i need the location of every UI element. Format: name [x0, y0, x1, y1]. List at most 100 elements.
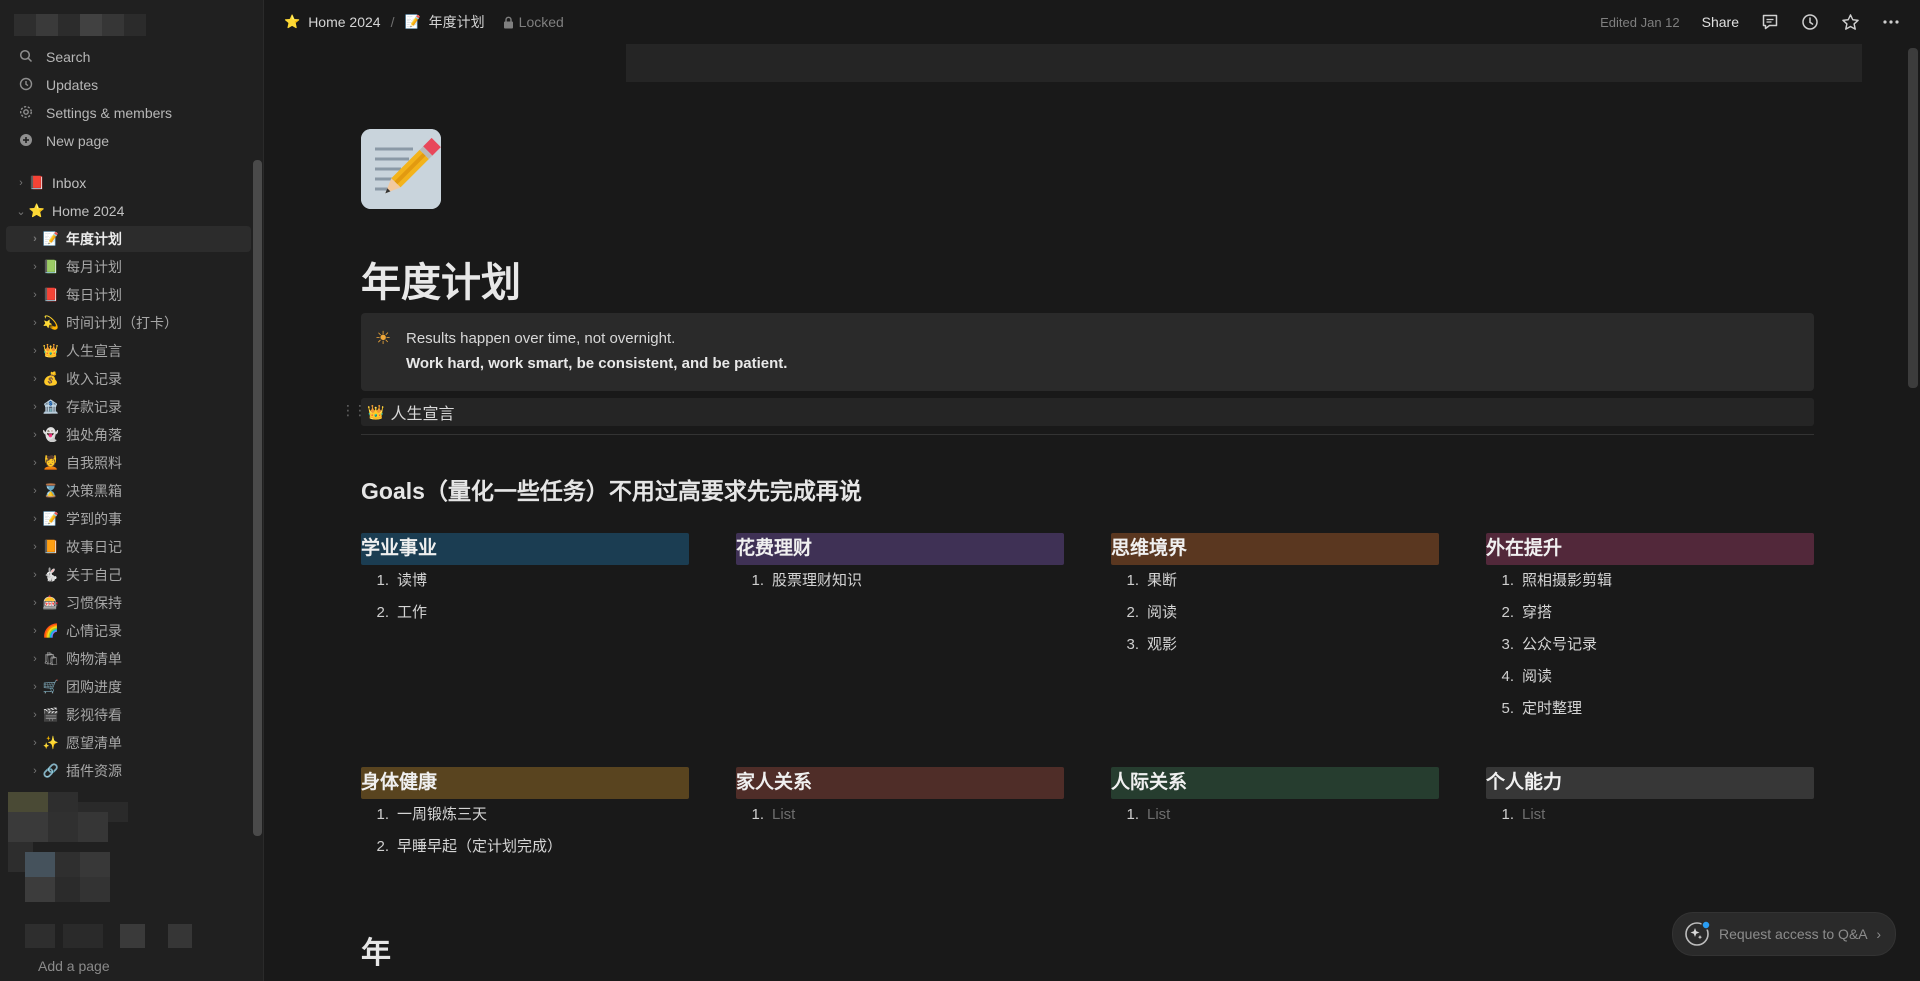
- goal-list-item[interactable]: 1. 一周锻炼三天: [361, 799, 689, 831]
- goal-list-item[interactable]: 1. List: [736, 799, 1064, 831]
- chevron-right-icon[interactable]: ›: [28, 513, 42, 525]
- updates-button[interactable]: [1801, 13, 1819, 31]
- breadcrumb-home[interactable]: Home 2024: [308, 14, 380, 30]
- chevron-right-icon[interactable]: ›: [14, 177, 28, 189]
- goal-list: 1. 读博 2. 工作: [361, 565, 689, 629]
- sidebar-page-item[interactable]: › 📗 每月计划: [6, 254, 251, 280]
- chevron-right-icon[interactable]: ›: [28, 457, 42, 469]
- sidebar-settings-members[interactable]: Settings & members: [10, 100, 251, 126]
- breadcrumb-separator: /: [390, 14, 395, 30]
- chevron-right-icon[interactable]: ›: [28, 597, 42, 609]
- sidebar-scrollbar[interactable]: [253, 160, 262, 836]
- chevron-right-icon[interactable]: ›: [28, 737, 42, 749]
- goal-group-title[interactable]: 人际关系: [1111, 767, 1439, 799]
- page-title[interactable]: 年度计划: [361, 250, 521, 308]
- goals-heading[interactable]: Goals（量化一些任务）不用过高要求先完成再说: [361, 472, 862, 506]
- goal-list-item[interactable]: 1. List: [1111, 799, 1439, 831]
- goal-list-item[interactable]: 2. 穿搭: [1486, 597, 1814, 629]
- goal-list-item[interactable]: 1. List: [1486, 799, 1814, 831]
- goal-list: 1. List: [736, 799, 1064, 831]
- chevron-right-icon[interactable]: ›: [28, 653, 42, 665]
- goal-list-item[interactable]: 3. 公众号记录: [1486, 629, 1814, 661]
- page-link-life-declaration[interactable]: ⋮⋮ 👑 人生宣言: [341, 398, 1814, 426]
- sidebar-page-label: 习惯保持: [66, 595, 122, 611]
- sidebar-new-page[interactable]: New page: [10, 128, 251, 154]
- chevron-right-icon[interactable]: ›: [28, 373, 42, 385]
- chevron-right-icon[interactable]: ›: [28, 485, 42, 497]
- goal-group-title[interactable]: 身体健康: [361, 767, 689, 799]
- goal-group-title[interactable]: 学业事业: [361, 533, 689, 565]
- chevron-right-icon[interactable]: ›: [28, 625, 42, 637]
- goal-list-item[interactable]: 1. 股票理财知识: [736, 565, 1064, 597]
- goal-list-item[interactable]: 1. 果断: [1111, 565, 1439, 597]
- more-button[interactable]: [1882, 13, 1900, 31]
- workspace-switcher[interactable]: [14, 14, 146, 36]
- goal-list-item[interactable]: 1. 读博: [361, 565, 689, 597]
- sidebar-page-item[interactable]: › 📙 故事日记: [6, 534, 251, 560]
- sidebar-page-item[interactable]: › 💫 时间计划（打卡）: [6, 310, 251, 336]
- chevron-down-icon[interactable]: ⌄: [14, 205, 28, 218]
- goal-group-title[interactable]: 思维境界: [1111, 533, 1439, 565]
- sidebar-page-item[interactable]: › 🌈 心情记录: [6, 618, 251, 644]
- sidebar-page-item[interactable]: › 👑 人生宣言: [6, 338, 251, 364]
- breadcrumb-current-page[interactable]: 年度计划: [429, 12, 485, 32]
- chevron-right-icon[interactable]: ›: [28, 569, 42, 581]
- chevron-right-icon[interactable]: ›: [28, 541, 42, 553]
- sidebar-page-item[interactable]: › 🛒 团购进度: [6, 674, 251, 700]
- embedded-block-strip[interactable]: [626, 44, 1862, 82]
- comments-button[interactable]: [1761, 13, 1779, 31]
- goal-list-item[interactable]: 2. 早睡早起（定计划完成）: [361, 831, 689, 863]
- sidebar-page-item[interactable]: › 💆 自我照料: [6, 450, 251, 476]
- sidebar-page-item[interactable]: › 🏦 存款记录: [6, 394, 251, 420]
- edited-timestamp[interactable]: Edited Jan 12: [1600, 15, 1680, 30]
- main-scrollbar[interactable]: [1908, 48, 1918, 388]
- sidebar-page-item[interactable]: › 🎰 习惯保持: [6, 590, 251, 616]
- sidebar-page-item[interactable]: › 📕 每日计划: [6, 282, 251, 308]
- goal-group-title[interactable]: 外在提升: [1486, 533, 1814, 565]
- chevron-right-icon[interactable]: ›: [28, 765, 42, 777]
- goal-list-item[interactable]: 2. 阅读: [1111, 597, 1439, 629]
- sidebar-page-item[interactable]: › 🎬 影视待看: [6, 702, 251, 728]
- year-heading[interactable]: 年: [361, 928, 391, 972]
- locked-indicator[interactable]: Locked: [503, 14, 564, 30]
- sidebar-page-item[interactable]: › 🛍 购物清单: [6, 646, 251, 672]
- goal-group-title[interactable]: 个人能力: [1486, 767, 1814, 799]
- sidebar-page-item[interactable]: › 🐇 关于自己: [6, 562, 251, 588]
- sidebar-page-item[interactable]: › 📕 Inbox: [6, 170, 251, 196]
- sidebar-page-item[interactable]: › 🔗 插件资源: [6, 758, 251, 784]
- sidebar-page-item[interactable]: › 📝 学到的事: [6, 506, 251, 532]
- chevron-right-icon[interactable]: ›: [28, 429, 42, 441]
- chevron-right-icon[interactable]: ›: [28, 681, 42, 693]
- chevron-right-icon[interactable]: ›: [28, 709, 42, 721]
- sidebar-page-item[interactable]: › 💰 收入记录: [6, 366, 251, 392]
- sidebar-page-item[interactable]: › 📝 年度计划: [6, 226, 251, 252]
- goal-list-item[interactable]: 5. 定时整理: [1486, 693, 1814, 725]
- goal-list-item[interactable]: 4. 阅读: [1486, 661, 1814, 693]
- chevron-right-icon[interactable]: ›: [28, 401, 42, 413]
- sidebar-page-item[interactable]: ⌄ ⭐ Home 2024: [6, 198, 251, 224]
- drag-handle-icon[interactable]: ⋮⋮: [341, 402, 367, 419]
- sidebar-page-item[interactable]: › 👻 独处角落: [6, 422, 251, 448]
- goal-list-item[interactable]: 1. 照相摄影剪辑: [1486, 565, 1814, 597]
- callout-block[interactable]: ☀ Results happen over time, not overnigh…: [361, 313, 1814, 391]
- chevron-right-icon[interactable]: ›: [28, 289, 42, 301]
- chevron-right-icon[interactable]: ›: [28, 233, 42, 245]
- sidebar-page-item[interactable]: › ✨ 愿望清单: [6, 730, 251, 756]
- page-icon-memo[interactable]: [361, 129, 441, 209]
- share-button[interactable]: Share: [1702, 14, 1739, 30]
- favorite-button[interactable]: [1841, 13, 1860, 32]
- goal-group-title[interactable]: 花费理财: [736, 533, 1064, 565]
- chevron-right-icon[interactable]: ›: [28, 261, 42, 273]
- goal-list-item[interactable]: 2. 工作: [361, 597, 689, 629]
- chevron-right-icon[interactable]: ›: [28, 345, 42, 357]
- request-qa-access-button[interactable]: Request access to Q&A ›: [1672, 912, 1896, 956]
- clock-icon: [16, 77, 36, 94]
- goal-list-item[interactable]: 3. 观影: [1111, 629, 1439, 661]
- add-page-button[interactable]: Add a page: [38, 958, 110, 974]
- sidebar-page-item[interactable]: › ⌛ 决策黑箱: [6, 478, 251, 504]
- goal-group-title[interactable]: 家人关系: [736, 767, 1064, 799]
- sidebar-updates[interactable]: Updates: [10, 72, 251, 98]
- chevron-right-icon[interactable]: ›: [28, 317, 42, 329]
- list-item-text: 股票理财知识: [772, 572, 863, 589]
- sidebar-search[interactable]: Search: [10, 44, 251, 70]
